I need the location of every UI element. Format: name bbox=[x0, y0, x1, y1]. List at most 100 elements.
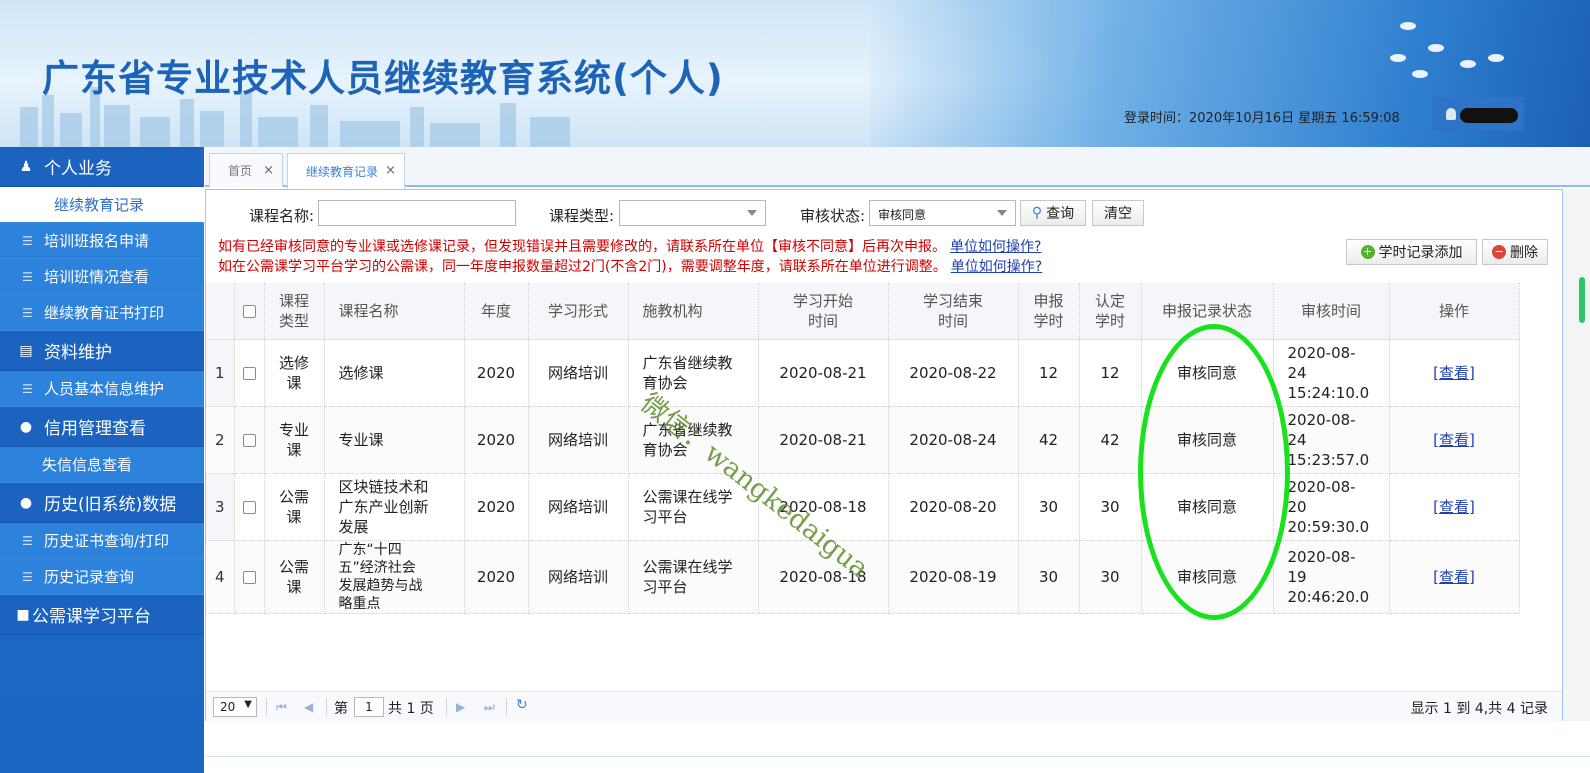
row-number-header bbox=[206, 283, 235, 340]
column-header[interactable]: 认定 学时 bbox=[1079, 283, 1142, 340]
view-link[interactable]: [查看] bbox=[1433, 431, 1475, 449]
column-header[interactable]: 审核时间 bbox=[1273, 283, 1390, 340]
bulb-icon: ● bbox=[19, 494, 33, 511]
sidebar-section-credit[interactable]: ● 信用管理查看 bbox=[0, 407, 204, 447]
dove-graphic bbox=[1400, 22, 1416, 30]
how-to-link[interactable]: 单位如何操作? bbox=[950, 239, 1041, 255]
tab-bar: 首页 × 继续教育记录 × bbox=[205, 147, 1590, 189]
course-type-select[interactable] bbox=[619, 200, 766, 226]
view-link[interactable]: [查看] bbox=[1433, 568, 1475, 586]
column-header[interactable]: 课程 类型 bbox=[264, 283, 325, 340]
table-header-row: 课程 类型 课程名称 年度 学习形式 施教机构 学习开始 时间 学习结束 时间 … bbox=[206, 283, 1520, 340]
table-row[interactable]: 1 选修 课 选修课 2020 网络培训 广东省继续教 育协会 2020-08-… bbox=[206, 339, 1520, 407]
column-header[interactable]: 学习结束 时间 bbox=[888, 283, 1019, 340]
end-date: 2020-08-24 bbox=[888, 406, 1019, 474]
record-status: 审核同意 bbox=[1141, 540, 1274, 614]
close-icon[interactable]: × bbox=[385, 163, 396, 178]
delete-button[interactable]: − 删除 bbox=[1482, 239, 1548, 265]
next-page-icon[interactable]: ▶ bbox=[456, 700, 465, 714]
view-link[interactable]: [查看] bbox=[1433, 498, 1475, 516]
sidebar-item-history-certificate[interactable]: ☰ 历史证书查询/打印 bbox=[0, 523, 204, 559]
row-checkbox[interactable] bbox=[242, 570, 256, 584]
dove-graphic bbox=[1460, 60, 1476, 68]
user-menu-button[interactable] bbox=[1432, 97, 1524, 131]
column-header[interactable]: 年度 bbox=[464, 283, 529, 340]
course-name-label: 课程名称: bbox=[249, 207, 315, 225]
how-to-link[interactable]: 单位如何操作? bbox=[951, 259, 1042, 275]
course-name-input[interactable] bbox=[318, 200, 516, 226]
list-icon: ☰ bbox=[22, 269, 33, 284]
study-form: 网络培训 bbox=[528, 473, 629, 541]
table-row[interactable]: 3 公需 课 区块链技术和 广东产业创新 发展 2020 网络培训 公需课在线学… bbox=[206, 473, 1520, 541]
item-label: 继续教育证书打印 bbox=[44, 304, 165, 322]
sidebar-item-education-records[interactable]: 继续教育记录 bbox=[0, 187, 204, 223]
divider bbox=[326, 698, 327, 716]
row-checkbox[interactable] bbox=[242, 500, 256, 514]
sidebar-section-public-course[interactable]: ■ 公需课学习平台 bbox=[0, 595, 204, 635]
scrollbar-thumb[interactable] bbox=[1579, 277, 1585, 323]
course-name: 选修课 bbox=[324, 339, 465, 407]
row-checkbox[interactable] bbox=[242, 433, 256, 447]
sidebar-section-personal[interactable]: ♟ 个人业务 bbox=[0, 147, 204, 187]
column-header[interactable]: 操作 bbox=[1389, 283, 1520, 340]
list-icon: ☰ bbox=[22, 381, 33, 396]
table-row[interactable]: 2 专业 课 专业课 2020 网络培训 广东省继续教 育协会 2020-08-… bbox=[206, 406, 1520, 474]
clear-button[interactable]: 清空 bbox=[1092, 200, 1144, 226]
button-label: 学时记录添加 bbox=[1378, 245, 1463, 261]
prev-page-icon[interactable]: ◀ bbox=[304, 700, 313, 714]
divider bbox=[266, 698, 267, 716]
last-page-icon[interactable]: ⏭ bbox=[484, 700, 495, 715]
first-page-icon[interactable]: ⏮ bbox=[276, 700, 287, 715]
close-icon[interactable]: × bbox=[263, 163, 274, 178]
sidebar-item-basic-info[interactable]: ☰ 人员基本信息维护 bbox=[0, 371, 204, 407]
column-header[interactable]: 课程名称 bbox=[324, 283, 465, 340]
row-number: 4 bbox=[206, 540, 235, 614]
sidebar-section-history[interactable]: ● 历史(旧系统)数据 bbox=[0, 483, 204, 523]
column-header[interactable]: 申报记录状态 bbox=[1141, 283, 1274, 340]
table-row[interactable]: 4 公需 课 广东“十四 五”经济社会 发展趋势与战 略重点 2020 网络培训… bbox=[206, 540, 1520, 614]
sidebar-section-profile[interactable]: ▤ 资料维护 bbox=[0, 331, 204, 371]
column-header[interactable]: 学习开始 时间 bbox=[758, 283, 889, 340]
row-number: 2 bbox=[206, 406, 235, 474]
vertical-scrollbar[interactable] bbox=[1563, 189, 1590, 721]
sidebar-item-certificate-print[interactable]: ☰ 继续教育证书打印 bbox=[0, 295, 204, 331]
sidebar-item-training-status[interactable]: ☰ 培训班情况查看 bbox=[0, 259, 204, 295]
start-date: 2020-08-18 bbox=[758, 473, 889, 541]
end-date: 2020-08-22 bbox=[888, 339, 1019, 407]
page-size-select[interactable]: 20 ▼ bbox=[213, 697, 257, 717]
end-date: 2020-08-20 bbox=[888, 473, 1019, 541]
column-header[interactable]: 申报 学时 bbox=[1018, 283, 1080, 340]
item-label: 历史证书查询/打印 bbox=[44, 532, 170, 550]
view-link[interactable]: [查看] bbox=[1433, 364, 1475, 382]
refresh-icon[interactable]: ↻ bbox=[516, 697, 528, 713]
add-hours-button[interactable]: + 学时记录添加 bbox=[1346, 239, 1477, 265]
approved-hours: 12 bbox=[1079, 339, 1142, 407]
section-label: 公需课学习平台 bbox=[32, 607, 151, 627]
audit-status-select[interactable]: 审核同意 bbox=[869, 200, 1016, 226]
query-button[interactable]: ⚲ 查询 bbox=[1020, 200, 1086, 226]
column-header[interactable]: 学习形式 bbox=[528, 283, 629, 340]
square-icon: ■ bbox=[16, 606, 30, 623]
sidebar-item-history-records[interactable]: ☰ 历史记录查询 bbox=[0, 559, 204, 595]
column-header[interactable]: 施教机构 bbox=[628, 283, 759, 340]
notice-line-2: 如在公需课学习平台学习的公需课，同一年度申报数量超过2门(不含2门)，需要调整年… bbox=[218, 256, 1042, 276]
row-select bbox=[234, 406, 265, 474]
approved-hours: 30 bbox=[1079, 473, 1142, 541]
sidebar-item-dishonesty-info[interactable]: 失信信息查看 bbox=[0, 447, 204, 483]
year: 2020 bbox=[464, 473, 529, 541]
end-date: 2020-08-19 bbox=[888, 540, 1019, 614]
audit-time: 2020-08- 24 15:24:10.0 bbox=[1273, 339, 1390, 407]
tab-education-records[interactable]: 继续教育记录 × bbox=[287, 153, 405, 189]
dove-graphic bbox=[1390, 54, 1406, 62]
page-number-input[interactable]: 1 bbox=[354, 697, 384, 717]
notice-line-1: 如有已经审核同意的专业课或选修课记录，但发现错误并且需要修改的，请联系所在单位【… bbox=[218, 236, 1041, 256]
row-checkbox[interactable] bbox=[242, 366, 256, 380]
page-prefix: 第 bbox=[334, 701, 348, 717]
sidebar-item-training-signup[interactable]: ☰ 培训班报名申请 bbox=[0, 223, 204, 259]
tab-home[interactable]: 首页 × bbox=[209, 153, 283, 187]
course-name: 广东“十四 五”经济社会 发展趋势与战 略重点 bbox=[324, 540, 465, 614]
course-type: 选修 课 bbox=[264, 339, 325, 407]
select-all-checkbox[interactable] bbox=[242, 304, 256, 318]
institution: 广东省继续教 育协会 bbox=[628, 406, 759, 474]
declared-hours: 12 bbox=[1018, 339, 1080, 407]
